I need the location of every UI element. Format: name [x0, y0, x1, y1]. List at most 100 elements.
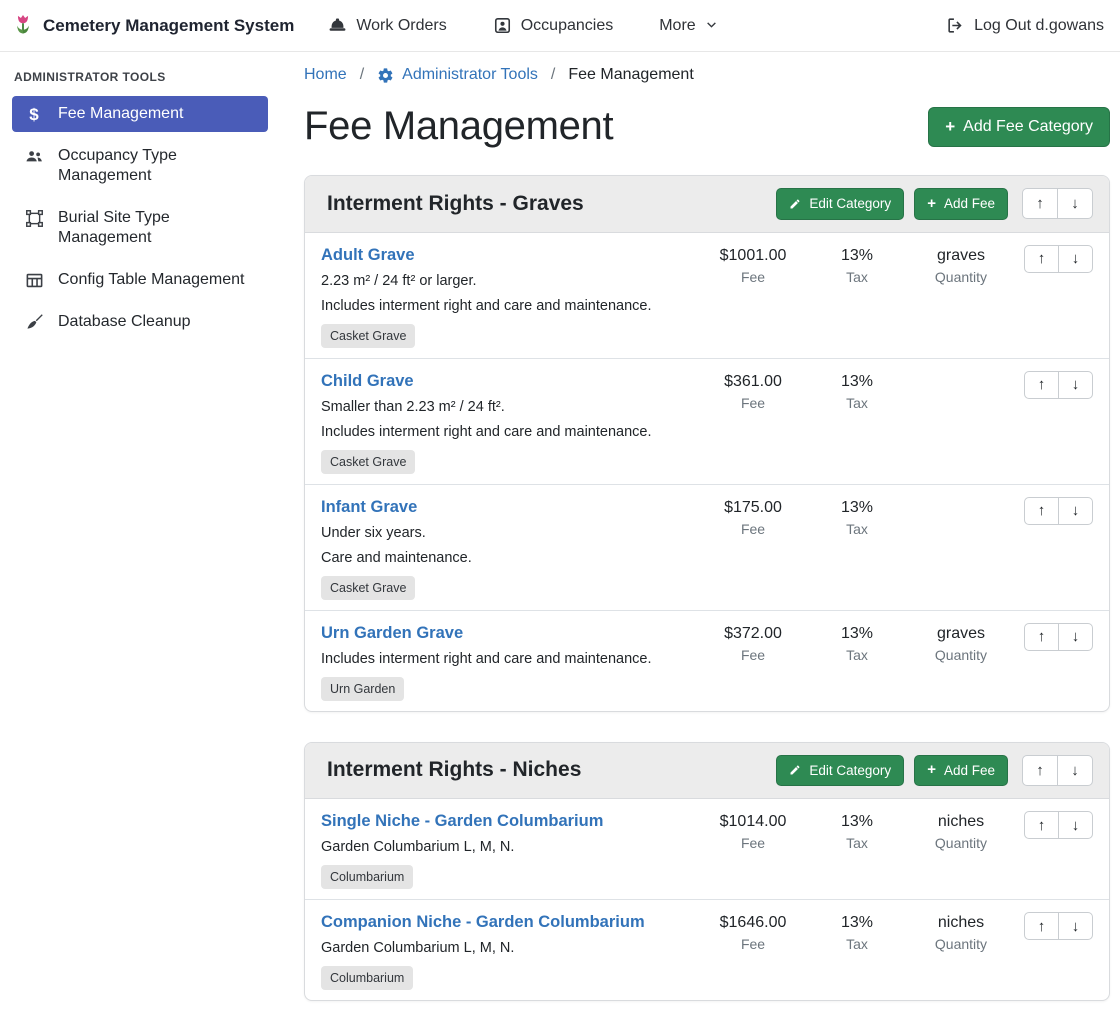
fee-amount-value: $1014.00 — [701, 812, 805, 831]
top-navbar: Cemetery Management System Work Orders — [0, 0, 1120, 52]
fee-name-link[interactable]: Infant Grave — [321, 497, 417, 517]
breadcrumb-separator: / — [551, 66, 555, 84]
fee-move-down-button[interactable]: ↓ — [1058, 245, 1093, 273]
occupant-portrait-icon — [493, 16, 512, 35]
fee-tax-value: 13% — [805, 498, 909, 517]
fee-move-up-button[interactable]: ↑ — [1024, 912, 1059, 940]
tulip-logo-icon — [12, 14, 34, 38]
sidebar-item-occupancy-type-management[interactable]: Occupancy Type Management — [12, 138, 268, 194]
fee-description-line: Garden Columbarium L, M, N. — [321, 940, 701, 957]
category-reorder-group: ↑ ↓ — [1022, 755, 1093, 786]
category-title: Interment Rights - Niches — [327, 758, 581, 782]
fee-quantity-column: graves Quantity — [909, 245, 1013, 285]
fee-tax-column: 13% Tax — [805, 623, 909, 663]
category-actions: Edit Category + Add Fee ↑ ↓ — [776, 755, 1093, 787]
arrow-down-icon: ↓ — [1071, 195, 1079, 212]
fee-main: Single Niche - Garden Columbarium Garden… — [321, 811, 701, 889]
logout-icon — [946, 16, 965, 35]
fee-amount-column: $361.00 Fee — [701, 371, 805, 411]
fee-tax-label: Tax — [805, 269, 909, 285]
fee-tax-column: 13% Tax — [805, 912, 909, 952]
fee-category-card: Interment Rights - Niches Edit Category … — [304, 742, 1110, 1002]
arrow-down-icon: ↓ — [1072, 250, 1080, 267]
page-title: Fee Management — [304, 104, 613, 149]
nav-more[interactable]: More — [659, 17, 717, 35]
fee-tax-column: 13% Tax — [805, 245, 909, 285]
fee-name-link[interactable]: Urn Garden Grave — [321, 623, 463, 643]
nav-work-orders[interactable]: Work Orders — [328, 16, 446, 35]
add-fee-label: Add Fee — [944, 197, 995, 211]
fee-description-line: Care and maintenance. — [321, 550, 701, 567]
fee-tax-column: 13% Tax — [805, 497, 909, 537]
add-fee-category-label: Add Fee Category — [963, 119, 1093, 135]
sidebar-item-label: Burial Site Type Management — [58, 208, 256, 248]
edit-category-label: Edit Category — [809, 197, 891, 211]
fee-quantity-value: graves — [909, 624, 1013, 643]
arrow-up-icon: ↑ — [1038, 250, 1046, 267]
fee-quantity-column: niches Quantity — [909, 811, 1013, 851]
breadcrumb-home-link[interactable]: Home — [304, 66, 347, 84]
fee-main: Urn Garden Grave Includes interment righ… — [321, 623, 701, 701]
nav-occupancies-label: Occupancies — [521, 17, 614, 35]
sidebar-item-database-cleanup[interactable]: Database Cleanup — [12, 304, 268, 340]
fee-quantity-value: niches — [909, 913, 1013, 932]
category-move-up-button[interactable]: ↑ — [1022, 755, 1058, 786]
category-move-up-button[interactable]: ↑ — [1022, 188, 1058, 219]
fee-move-down-button[interactable]: ↓ — [1058, 497, 1093, 525]
add-fee-button[interactable]: + Add Fee — [914, 188, 1008, 220]
broom-icon — [24, 313, 44, 332]
fee-descriptions: Garden Columbarium L, M, N. — [321, 839, 701, 856]
fee-row: Child Grave Smaller than 2.23 m² / 24 ft… — [305, 358, 1109, 484]
fee-name-link[interactable]: Companion Niche - Garden Columbarium — [321, 912, 645, 932]
fee-move-down-button[interactable]: ↓ — [1058, 623, 1093, 651]
sidebar-item-label: Occupancy Type Management — [58, 146, 256, 186]
fee-amount-label: Fee — [701, 647, 805, 663]
fee-type-badge: Columbarium — [321, 865, 413, 889]
fee-quantity-label: Quantity — [909, 647, 1013, 663]
fee-move-down-button[interactable]: ↓ — [1058, 912, 1093, 940]
main-content: Home / Administrator Tools / Fee Managem… — [280, 52, 1120, 1031]
sidebar-item-label: Fee Management — [58, 104, 183, 124]
fee-move-up-button[interactable]: ↑ — [1024, 623, 1059, 651]
logout-link[interactable]: Log Out d.gowans — [946, 16, 1104, 35]
edit-category-label: Edit Category — [809, 764, 891, 778]
arrow-down-icon: ↓ — [1071, 762, 1079, 779]
app-brand[interactable]: Cemetery Management System — [12, 14, 294, 38]
fee-description-line: Smaller than 2.23 m² / 24 ft². — [321, 399, 701, 416]
fee-name-link[interactable]: Adult Grave — [321, 245, 415, 265]
fee-move-up-button[interactable]: ↑ — [1024, 245, 1059, 273]
page-header: Fee Management + Add Fee Category — [304, 104, 1110, 149]
add-fee-button[interactable]: + Add Fee — [914, 755, 1008, 787]
fee-name-link[interactable]: Single Niche - Garden Columbarium — [321, 811, 603, 831]
edit-category-button[interactable]: Edit Category — [776, 755, 904, 787]
fee-reorder-group: ↑ ↓ — [1024, 623, 1093, 651]
nav-occupancies[interactable]: Occupancies — [493, 16, 614, 35]
fee-amount-value: $361.00 — [701, 372, 805, 391]
category-move-down-button[interactable]: ↓ — [1057, 188, 1093, 219]
fee-name-link[interactable]: Child Grave — [321, 371, 414, 391]
fee-move-up-button[interactable]: ↑ — [1024, 811, 1059, 839]
breadcrumb-current: Fee Management — [568, 66, 693, 84]
fee-move-down-button[interactable]: ↓ — [1058, 371, 1093, 399]
fee-move-up-button[interactable]: ↑ — [1024, 371, 1059, 399]
category-header: Interment Rights - Niches Edit Category … — [305, 743, 1109, 800]
hard-hat-icon — [328, 16, 347, 35]
fee-descriptions: Includes interment right and care and ma… — [321, 651, 701, 668]
sidebar-item-label: Database Cleanup — [58, 312, 191, 332]
breadcrumb: Home / Administrator Tools / Fee Managem… — [304, 66, 1110, 84]
sidebar-item-config-table-management[interactable]: Config Table Management — [12, 262, 268, 298]
breadcrumb-admin-tools-link[interactable]: Administrator Tools — [377, 66, 538, 84]
add-fee-category-button[interactable]: + Add Fee Category — [928, 107, 1110, 147]
fee-quantity-column: graves Quantity — [909, 623, 1013, 663]
edit-category-button[interactable]: Edit Category — [776, 188, 904, 220]
sidebar-item-burial-site-type-management[interactable]: Burial Site Type Management — [12, 200, 268, 256]
fee-category-card: Interment Rights - Graves Edit Category … — [304, 175, 1110, 712]
fee-move-down-button[interactable]: ↓ — [1058, 811, 1093, 839]
arrow-down-icon: ↓ — [1072, 376, 1080, 393]
category-move-down-button[interactable]: ↓ — [1057, 755, 1093, 786]
sidebar-heading: ADMINISTRATOR TOOLS — [14, 70, 266, 84]
sidebar-item-fee-management[interactable]: $ Fee Management — [12, 96, 268, 132]
fee-list: Single Niche - Garden Columbarium Garden… — [305, 799, 1109, 1000]
fee-description-line: Under six years. — [321, 525, 701, 542]
fee-move-up-button[interactable]: ↑ — [1024, 497, 1059, 525]
